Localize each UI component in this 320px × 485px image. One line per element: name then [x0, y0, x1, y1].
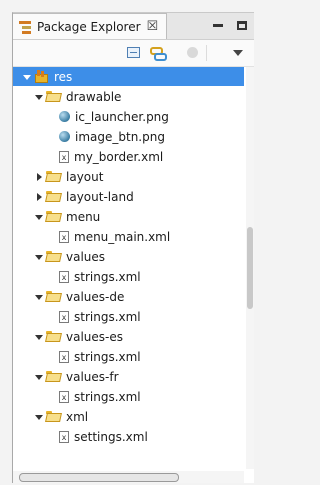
xml-file-icon: x	[59, 310, 69, 323]
folder-open-icon	[46, 330, 62, 343]
resource-folder-icon	[34, 69, 50, 84]
folder-open-icon	[46, 290, 62, 303]
tab-label: Package Explorer	[37, 19, 141, 34]
collapse-all-icon	[127, 47, 140, 58]
tree-item-values[interactable]: values	[13, 247, 244, 266]
tree-item-label: drawable	[66, 89, 122, 104]
tree-item-label: strings.xml	[74, 349, 141, 364]
filter-icon	[187, 47, 198, 58]
tree-item-label: res	[54, 69, 73, 84]
tree-item-label: strings.xml	[74, 389, 141, 404]
expand-toggle-icon[interactable]	[35, 213, 43, 221]
tree-item-file[interactable]: ic_launcher.png	[13, 107, 244, 126]
xml-file-icon: x	[59, 230, 69, 243]
tree-item-file[interactable]: x strings.xml	[13, 347, 244, 366]
folder-icon	[46, 170, 62, 183]
expand-toggle-icon[interactable]	[23, 73, 31, 81]
tree-item-label: menu_main.xml	[74, 229, 171, 244]
tree-item-file[interactable]: x settings.xml	[13, 427, 244, 446]
tree-item-label: settings.xml	[74, 429, 148, 444]
tree-item-menu[interactable]: menu	[13, 207, 244, 226]
view-toolbar	[13, 40, 254, 67]
tab-package-explorer[interactable]: Package Explorer ☒	[13, 13, 167, 39]
tree-item-layout-land[interactable]: layout-land	[13, 187, 244, 206]
maximize-button[interactable]	[233, 17, 251, 33]
tree-item-file[interactable]: x strings.xml	[13, 307, 244, 326]
chevron-down-icon	[233, 50, 243, 56]
link-with-editor-button[interactable]	[150, 45, 167, 61]
tree-item-file[interactable]: image_btn.png	[13, 127, 244, 146]
expand-toggle-icon[interactable]	[35, 93, 43, 101]
image-file-icon	[59, 111, 70, 122]
xml-file-icon: x	[59, 270, 69, 283]
tree-item-label: values-es	[66, 329, 123, 344]
tree-item-values-es[interactable]: values-es	[13, 327, 244, 346]
tree-item-file[interactable]: x my_border.xml	[13, 147, 244, 166]
horizontal-scroll-thumb[interactable]	[19, 473, 179, 482]
image-file-icon	[59, 131, 70, 142]
filter-button[interactable]	[185, 45, 201, 61]
minimize-icon	[213, 23, 223, 27]
close-icon[interactable]: ☒	[147, 19, 159, 34]
xml-file-icon: x	[59, 390, 69, 403]
view-tab-bar: Package Explorer ☒	[13, 13, 254, 40]
expand-toggle-icon[interactable]	[35, 333, 43, 341]
folder-open-icon	[46, 90, 62, 103]
tree-item-values-fr[interactable]: values-fr	[13, 367, 244, 386]
package-explorer-view: Package Explorer ☒ res drawable ic_launc…	[12, 12, 254, 483]
tree-item-file[interactable]: x menu_main.xml	[13, 227, 244, 246]
tree-item-label: values-fr	[66, 369, 119, 384]
tree-item-label: xml	[66, 409, 89, 424]
tree-item-label: values-de	[66, 289, 125, 304]
vertical-scroll-thumb[interactable]	[247, 227, 253, 309]
tree-item-label: strings.xml	[74, 269, 141, 284]
tree-item-layout[interactable]: layout	[13, 167, 244, 186]
expand-toggle-icon[interactable]	[35, 413, 43, 421]
collapse-all-button[interactable]	[126, 45, 142, 61]
tree-item-label: menu	[66, 209, 101, 224]
tree-item-file[interactable]: x strings.xml	[13, 387, 244, 406]
tree-item-label: values	[66, 249, 106, 264]
expand-toggle-icon[interactable]	[35, 373, 43, 381]
tree-item-file[interactable]: x strings.xml	[13, 267, 244, 286]
maximize-icon	[237, 20, 247, 30]
minimize-button[interactable]	[209, 17, 227, 33]
tree-item-label: my_border.xml	[74, 149, 164, 164]
expand-toggle-icon[interactable]	[35, 293, 43, 301]
tree-item-label: image_btn.png	[75, 129, 165, 144]
tree-item-label: layout	[66, 169, 104, 184]
tree-item-xml[interactable]: xml	[13, 407, 244, 426]
expand-toggle-icon[interactable]	[35, 192, 43, 201]
view-menu-button[interactable]	[230, 45, 246, 61]
project-tree: res drawable ic_launcher.png image_btn.p…	[13, 67, 254, 483]
folder-open-icon	[46, 210, 62, 223]
folder-open-icon	[46, 370, 62, 383]
package-explorer-icon	[19, 20, 31, 34]
expand-toggle-icon[interactable]	[35, 172, 43, 181]
xml-file-icon: x	[59, 150, 69, 163]
xml-file-icon: x	[59, 430, 69, 443]
folder-open-icon	[46, 250, 62, 263]
horizontal-scrollbar[interactable]	[13, 471, 244, 483]
tree-item-drawable[interactable]: drawable	[13, 87, 244, 106]
expand-toggle-icon[interactable]	[35, 253, 43, 261]
tree-item-label: strings.xml	[74, 309, 141, 324]
tree-item-label: ic_launcher.png	[75, 109, 169, 124]
tree-item-res[interactable]: res	[13, 67, 244, 86]
link-icon	[150, 46, 167, 61]
folder-icon	[46, 190, 62, 203]
tree-item-label: layout-land	[66, 189, 134, 204]
vertical-scrollbar[interactable]	[246, 67, 254, 469]
folder-open-icon	[46, 410, 62, 423]
xml-file-icon: x	[59, 350, 69, 363]
tree-item-values-de[interactable]: values-de	[13, 287, 244, 306]
toolbar-separator	[206, 45, 207, 61]
